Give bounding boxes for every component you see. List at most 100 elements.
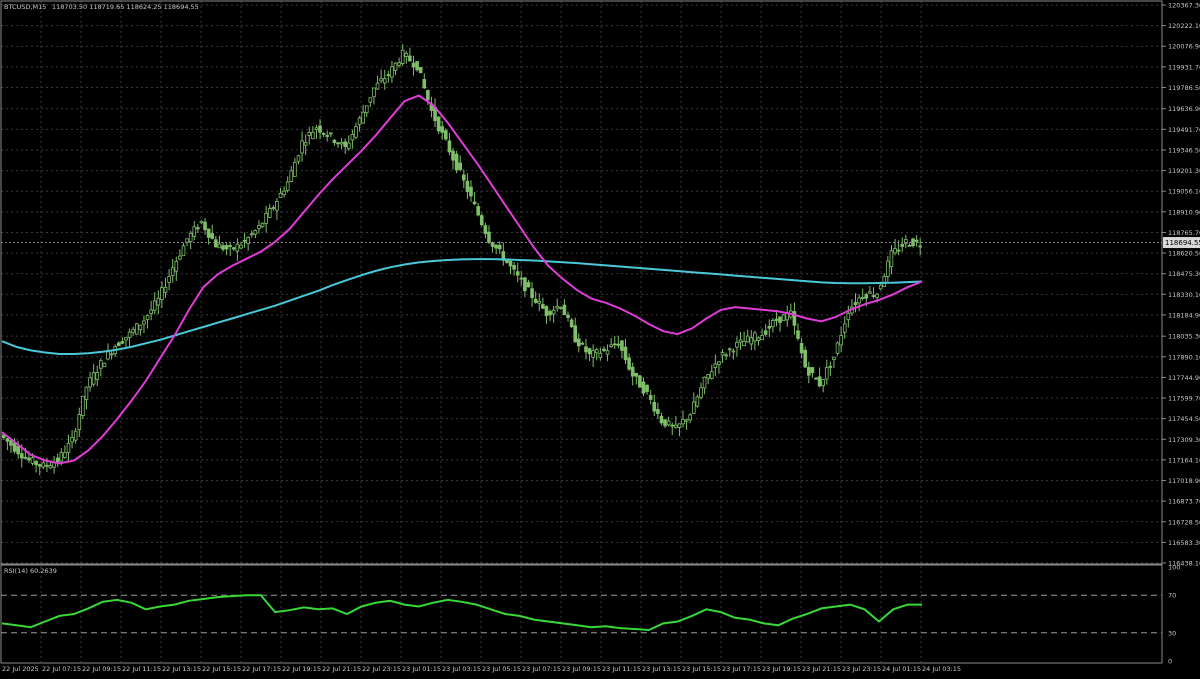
candle-body bbox=[853, 302, 858, 306]
candle-body bbox=[494, 244, 498, 249]
candle-body bbox=[447, 140, 452, 153]
candle-body bbox=[321, 132, 326, 135]
candle-body bbox=[828, 365, 833, 368]
candle-body bbox=[749, 337, 754, 345]
price-tick-label: 116728.50 bbox=[1168, 518, 1200, 526]
candle-body bbox=[91, 372, 96, 385]
candle-body bbox=[810, 367, 815, 374]
time-tick-label: 22 Jul 11:15 bbox=[122, 665, 161, 673]
candle-body bbox=[688, 414, 693, 421]
price-tick-label: 118330.10 bbox=[1168, 291, 1200, 299]
candle-body bbox=[95, 372, 100, 380]
candle-body bbox=[724, 354, 728, 357]
candle-body bbox=[875, 293, 879, 298]
candle-body bbox=[436, 116, 441, 132]
candle-body bbox=[735, 341, 739, 348]
candle-body bbox=[382, 78, 387, 84]
time-tick-label: 22 Jul 13:15 bbox=[162, 665, 201, 673]
candle-body bbox=[469, 186, 473, 197]
candle-body bbox=[303, 142, 308, 146]
candle-body bbox=[738, 339, 743, 343]
candle-body bbox=[918, 245, 923, 248]
candle-body bbox=[329, 132, 333, 135]
candle-body bbox=[134, 323, 139, 335]
time-tick-label: 22 Jul 07:15 bbox=[42, 665, 81, 673]
price-tick-label: 117164.10 bbox=[1168, 456, 1200, 464]
price-tick-label: 119786.50 bbox=[1168, 84, 1200, 92]
candle-body bbox=[530, 288, 534, 299]
time-tick-label: 23 Jul 21:15 bbox=[802, 665, 841, 673]
time-tick-label: 22 Jul 17:15 bbox=[242, 665, 281, 673]
time-tick-label: 23 Jul 11:15 bbox=[602, 665, 641, 673]
candle-body bbox=[573, 325, 578, 343]
candle-body bbox=[81, 395, 85, 417]
candle-body bbox=[576, 338, 581, 347]
candle-body bbox=[102, 362, 107, 368]
candle-body bbox=[814, 377, 818, 380]
candle-body bbox=[458, 162, 463, 170]
candle-body bbox=[192, 226, 197, 237]
candle-body bbox=[871, 295, 876, 297]
rsi-tick-label: 70 bbox=[1168, 592, 1176, 600]
candle-body bbox=[602, 348, 606, 351]
candle-body bbox=[684, 419, 689, 422]
candle-body bbox=[397, 62, 401, 66]
candle-body bbox=[476, 206, 480, 216]
candle-body bbox=[526, 282, 531, 288]
price-tick-label: 118765.70 bbox=[1168, 229, 1200, 237]
candle-body bbox=[717, 361, 721, 365]
candle-body bbox=[753, 332, 757, 342]
candle-body bbox=[368, 97, 373, 103]
candle-body bbox=[713, 363, 718, 368]
candle-body bbox=[336, 142, 340, 145]
candle-body bbox=[620, 340, 624, 351]
candle-body bbox=[350, 134, 355, 141]
candle-body bbox=[408, 55, 412, 62]
candle-body bbox=[145, 315, 150, 321]
candle-body bbox=[832, 356, 836, 360]
time-tick-label: 22 Jul 2025 bbox=[2, 665, 39, 673]
candle-body bbox=[221, 245, 225, 250]
candle-body bbox=[59, 452, 64, 462]
candle-body bbox=[868, 291, 872, 294]
price-tick-label: 117744.90 bbox=[1168, 374, 1200, 382]
candle-body bbox=[691, 401, 696, 414]
candle-body bbox=[699, 387, 703, 398]
candle-body bbox=[300, 140, 304, 154]
candle-body bbox=[914, 239, 919, 242]
candle-body bbox=[580, 342, 585, 345]
candle-body bbox=[393, 62, 398, 71]
candle-body bbox=[163, 286, 168, 293]
price-tick-label: 118475.30 bbox=[1168, 270, 1200, 278]
price-tick-label: 117309.30 bbox=[1168, 436, 1200, 444]
candle-body bbox=[354, 126, 358, 138]
candle-body bbox=[217, 243, 222, 249]
candle-body bbox=[548, 310, 552, 316]
candle-body bbox=[907, 244, 912, 247]
candle-body bbox=[835, 342, 840, 354]
candle-body bbox=[641, 381, 646, 394]
candle-body bbox=[228, 245, 233, 247]
candle-body bbox=[375, 82, 380, 90]
candle-body bbox=[142, 320, 146, 325]
chart-canvas[interactable]: 120367.30 120222.10 120076.90 119931.70 1197… bbox=[0, 0, 1200, 675]
candle-body bbox=[9, 440, 13, 446]
price-tick-label: 120222.10 bbox=[1168, 22, 1200, 30]
candle-body bbox=[497, 244, 502, 250]
candle-body bbox=[627, 357, 631, 370]
candle-body bbox=[325, 135, 330, 137]
price-tick-label: 116873.70 bbox=[1168, 498, 1200, 506]
candle-body bbox=[479, 215, 484, 226]
price-tick-label: 117018.90 bbox=[1168, 477, 1200, 485]
candle-body bbox=[508, 260, 513, 267]
time-tick-label: 22 Jul 15:15 bbox=[202, 665, 241, 673]
candle-body bbox=[196, 227, 200, 230]
candle-body bbox=[206, 228, 211, 238]
candle-body bbox=[537, 300, 542, 304]
candle-body bbox=[275, 201, 279, 211]
candle-body bbox=[296, 155, 301, 162]
candle-body bbox=[282, 190, 286, 195]
candle-body bbox=[648, 395, 653, 400]
candle-body bbox=[116, 342, 121, 347]
time-tick-label: 23 Jul 23:15 bbox=[842, 665, 881, 673]
